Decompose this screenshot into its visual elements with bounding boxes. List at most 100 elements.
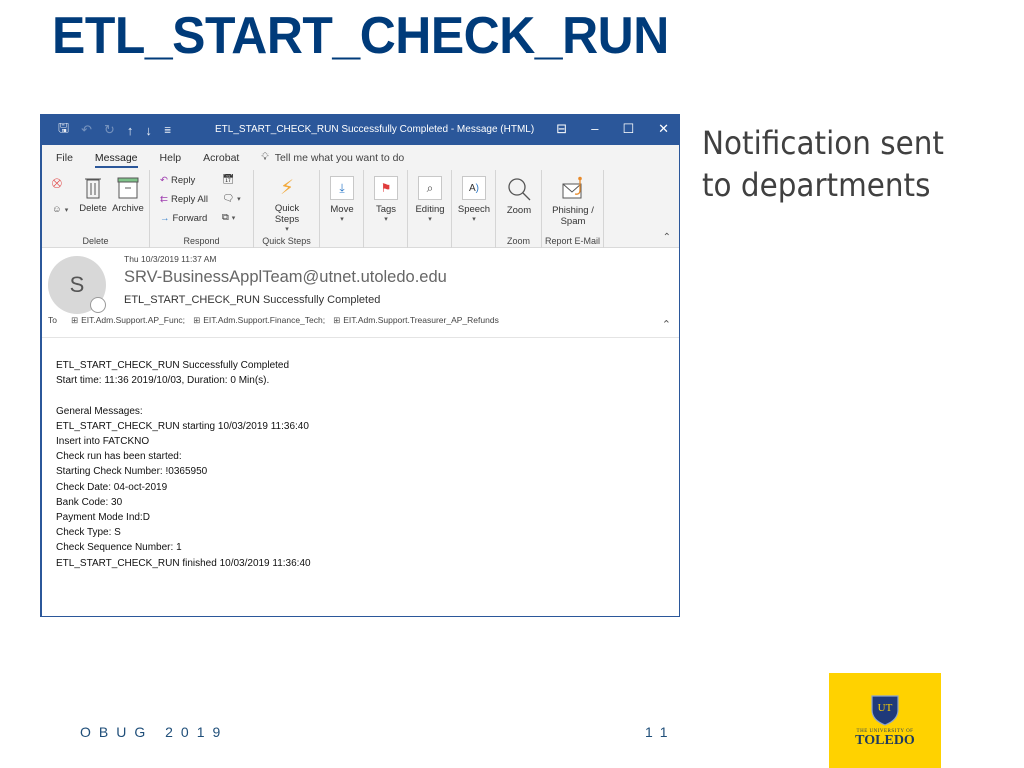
tab-acrobat[interactable]: Acrobat [203,152,239,164]
archive-button[interactable]: Archive [110,176,146,214]
body-line: Check Date: 04-oct-2019 [56,481,168,493]
phishing-icon [562,176,582,199]
ribbon-display-options-icon[interactable]: ⊟ [556,121,567,137]
report-email-group: Phishing / Spam Report E-Mail [542,170,604,248]
body-line: ETL_START_CHECK_RUN starting 10/03/2019 … [56,420,309,432]
more-respond-button[interactable]: ⧉ ▾ [222,212,235,223]
forward-button[interactable]: → Forward [160,213,207,224]
magnifier-icon [508,178,531,201]
tags-group: ⚑ Tags ▾ [364,170,408,248]
body-line: General Messages: [56,405,143,417]
collapse-ribbon-icon[interactable]: ⌃ [663,232,671,243]
read-aloud-icon: A) [462,176,486,200]
ignore-button[interactable]: ⛒ [52,178,62,189]
maximize-icon[interactable]: ☐ [622,121,634,137]
sender-address[interactable]: SRV-BusinessApplTeam@utnet.utoledo.edu [124,268,447,287]
body-line: Check Type: S [56,527,121,539]
editing-label: Editing [415,204,445,215]
delete-button[interactable]: Delete [78,176,108,214]
recipient[interactable]: EIT.Adm.Support.Finance_Tech; [193,315,325,326]
presence-indicator [90,297,106,313]
save-icon[interactable]: 🖫 [58,119,69,141]
tags-label: Tags [375,204,397,215]
quick-steps-button[interactable]: ⚡︎ Quick Steps ▾ [264,176,310,233]
block-sender-button[interactable]: ☺ ▾ [52,204,68,215]
window-controls: ⊟ – ☐ ✕ [556,121,669,137]
flag-icon: ⚑ [374,176,398,200]
to-label: To [48,315,57,325]
tell-me-search[interactable]: 💡︎ Tell me what you want to do [261,151,404,164]
minimize-icon[interactable]: – [591,121,598,137]
collapse-header-icon[interactable]: ⌃ [662,318,671,331]
down-arrow-icon[interactable]: ↓ [145,123,152,138]
forward-label: Forward [172,213,208,224]
body-line: Check run has been started: [56,451,182,463]
customize-icon[interactable]: ≣ [164,125,172,136]
footer-event: OBUG 2019 [80,724,229,740]
tab-file[interactable]: File [56,152,73,164]
reply-button[interactable]: ↶ Reply [160,175,195,186]
archive-label: Archive [112,203,144,214]
redo-icon[interactable]: ↻ [104,122,115,138]
archive-icon [117,177,139,199]
side-note: Notification sent to departments [702,124,944,204]
shield-icon: UT [871,694,899,726]
speech-group: A) Speech ▾ [452,170,496,248]
shield-text: UT [878,702,893,714]
logo-big-text: TOLEDO [855,732,915,748]
more-respond-icon: ⧉ [222,212,229,223]
quick-access-toolbar: 🖫 ↶ ↻ ↑ ↓ ≣ [42,119,171,141]
zoom-group: Zoom Zoom [496,170,542,248]
quick-steps-label: Quick Steps [274,203,300,225]
respond-group: ↶ Reply ⇇ Reply All → Forward 📅︎ 🗨︎ ▾ ⧉ ▾ Res… [150,170,254,248]
recipients-line: To EIT.Adm.Support.AP_Func; EIT.Adm.Supp… [48,315,499,326]
message-header: S Thu 10/3/2019 11:37 AM SRV-BusinessApp… [42,248,679,338]
move-icon: ⤓ [330,176,354,200]
page-number: 11 [645,724,676,740]
delete-group-label: Delete [82,236,109,246]
quick-steps-group-label: Quick Steps [262,236,311,246]
reply-all-label: Reply All [170,194,208,205]
body-line: Insert into FATCKNO [56,436,150,447]
close-icon[interactable]: ✕ [658,121,669,137]
body-line: Bank Code: 30 [56,496,123,508]
report-email-group-label: Report E-Mail [544,236,600,246]
phishing-spam-button[interactable]: Phishing / Spam [546,176,600,227]
im-reply-button[interactable]: 🗨︎ ▾ [222,193,241,204]
move-button[interactable]: ⤓ Move ▾ [326,176,358,223]
reply-all-icon: ⇇ [160,194,168,205]
editing-button[interactable]: ⌕ Editing ▾ [412,176,448,223]
undo-icon[interactable]: ↶ [81,122,92,138]
delete-group: ⛒ ☺ ▾ Delete Archive Delete [42,170,150,248]
tab-message[interactable]: Message [94,152,138,168]
title-bar: 🖫 ↶ ↻ ↑ ↓ ≣ ETL_START_CHECK_RUN Successf… [42,115,679,145]
reply-icon: ↶ [160,175,168,186]
speech-button[interactable]: A) Speech ▾ [454,176,494,223]
recipient[interactable]: EIT.Adm.Support.AP_Func; [71,315,185,326]
lightbulb-icon: 💡︎ [261,151,269,163]
recipient[interactable]: EIT.Adm.Support.Treasurer_AP_Refunds [333,315,499,326]
slide-title: ETL_START_CHECK_RUN [52,7,669,65]
sent-date: Thu 10/3/2019 11:37 AM [124,254,217,264]
move-group: ⤓ Move ▾ [320,170,364,248]
delete-label: Delete [79,203,107,214]
quick-steps-group: ⚡︎ Quick Steps ▾ Quick Steps [254,170,320,248]
ribbon-tabs: File Message Help Acrobat 💡︎ Tell me wha… [42,145,679,170]
zoom-button[interactable]: Zoom [500,176,538,216]
body-line: ETL_START_CHECK_RUN Successfully Complet… [56,360,290,371]
tab-help[interactable]: Help [160,152,182,164]
phishing-label: Phishing / Spam [552,205,594,227]
move-label: Move [330,204,354,215]
tell-me-text: Tell me what you want to do [274,151,405,164]
outlook-message-window: 🖫 ↶ ↻ ↑ ↓ ≣ ETL_START_CHECK_RUN Successf… [40,114,680,617]
reply-all-button[interactable]: ⇇ Reply All [160,194,208,205]
university-of-toledo-logo: UT THE UNIVERSITY OF TOLEDO [829,673,941,768]
tags-button[interactable]: ⚑ Tags ▾ [370,176,402,223]
window-title: ETL_START_CHECK_RUN Successfully Complet… [215,124,535,135]
forward-icon: → [160,213,170,224]
meeting-reply-button[interactable]: 📅︎ [222,174,234,185]
body-line: Check Sequence Number: 1 [56,542,182,554]
up-arrow-icon[interactable]: ↑ [127,123,134,138]
speech-label: Speech [457,204,491,215]
